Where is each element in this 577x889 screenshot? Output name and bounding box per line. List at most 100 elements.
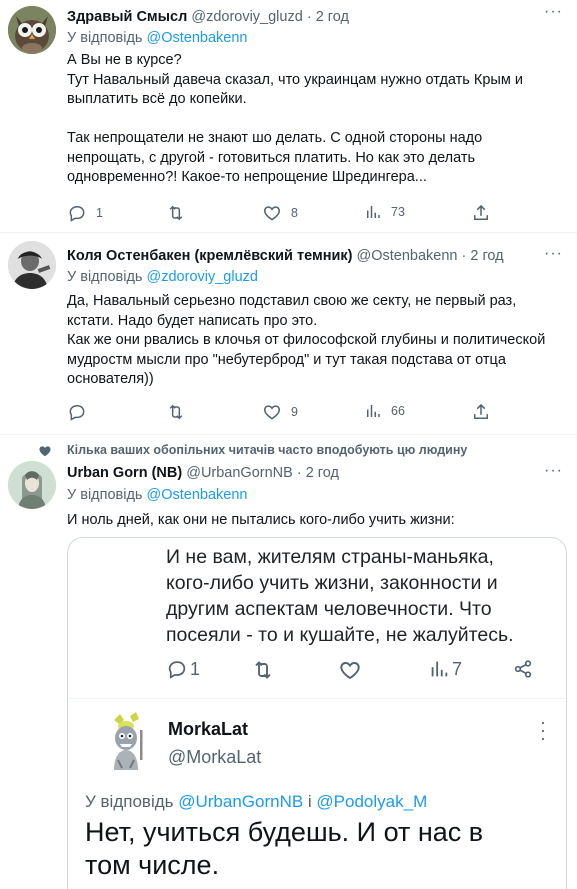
embedded-reply-join: і (303, 792, 317, 811)
avatar-mascot-image (114, 712, 143, 770)
tweet-header: Здравый Смысл @zdoroviy_gluzd · 2 год (67, 9, 349, 25)
embedded-text-line: И не вам, жителям страны-маньяка, (166, 546, 494, 568)
reply-prefix: У відповідь (67, 487, 147, 503)
reply-mention-link[interactable]: @zdoroviy_gluzd (147, 269, 258, 285)
timestamp[interactable]: 2 год (306, 465, 339, 481)
handle[interactable]: @zdoroviy_gluzd (191, 9, 302, 25)
embedded-share-button (512, 658, 534, 680)
embedded-reply-prefix: У відповідь (85, 792, 179, 811)
display-name[interactable]: Коля Остенбакен (кремлёвский темник) (67, 248, 352, 264)
embedded-screenshot[interactable]: И не вам, жителям страны-маньяка, кого-л… (67, 537, 567, 889)
embedded-tweet-text: И не вам, жителям страны-маньяка, кого-л… (166, 544, 514, 648)
like-button[interactable]: 8 (262, 203, 298, 223)
share-button[interactable] (471, 402, 491, 422)
avatar[interactable] (8, 241, 56, 289)
share-button[interactable] (471, 203, 491, 223)
tweet-text: И ноль дней, как они не пытались кого-ли… (67, 511, 567, 531)
embedded-reply-mention: @Podolyak_M (316, 792, 428, 811)
bar-chart-icon (367, 206, 380, 218)
timestamp[interactable]: 2 год (470, 248, 503, 264)
embedded-views-button: 7 (428, 658, 462, 680)
reply-context: У відповідь @Ostenbakenn (67, 30, 248, 46)
handle[interactable]: @Ostenbakenn (356, 248, 457, 264)
tweet-text-line (67, 110, 567, 130)
view-count: 66 (391, 404, 405, 418)
more-dots-icon[interactable]: ··· (544, 245, 563, 263)
embedded-reply-text: Нет, учиться будешь. И от нас в том числ… (85, 816, 483, 882)
views-button[interactable]: 66 (364, 402, 405, 420)
reply-context: У відповідь @zdoroviy_gluzd (67, 269, 258, 285)
tweet-text-line: мудростм мысли про "небутерброд" и тут т… (67, 351, 506, 368)
avatar-photo-image (8, 241, 56, 289)
embedded-author-handle: @MorkaLat (168, 747, 262, 767)
speech-bubble-icon (69, 206, 85, 222)
timestamp[interactable]: 2 год (316, 9, 349, 25)
separator: · (302, 9, 316, 25)
action-bar: 9 66 (67, 402, 507, 422)
tweet[interactable]: Здравый Смысл @zdoroviy_gluzd · 2 год ··… (0, 0, 577, 232)
retweet-button[interactable] (166, 203, 186, 223)
like-button[interactable]: 9 (262, 402, 298, 422)
reply-prefix: У відповідь (67, 30, 147, 46)
tweet-text-line: основателя)) (67, 371, 154, 387)
view-count: 73 (391, 205, 405, 219)
tweet-text-line: И ноль дней, как они не пытались кого-ли… (67, 512, 455, 528)
action-bar: 1 8 73 (67, 203, 507, 223)
reply-mention-link[interactable]: @Ostenbakenn (147, 30, 248, 46)
retweet-icon (169, 205, 183, 221)
tweet-text-line: А Вы не в курсе? (67, 52, 182, 68)
tweet-text-line: непрощать, с другой - готовиться платить… (67, 149, 476, 166)
tweet[interactable]: Коля Остенбакен (кремлёвский темник) @Os… (0, 233, 577, 433)
embedded-divider (68, 698, 566, 699)
tweet-text-line: одновременно?! Какое-то непрощение Шреди… (67, 169, 427, 185)
separator: · (292, 465, 306, 481)
tweet-text-line: Так непрощатели не знают шо делать. С од… (67, 130, 483, 146)
embedded-text-line: другим аспектам человечности. Что (166, 598, 492, 620)
views-button[interactable]: 73 (364, 203, 405, 221)
display-name[interactable]: Urban Gorn (NB) (67, 465, 182, 481)
retweet-icon (169, 404, 183, 420)
share-nodes-icon (514, 660, 532, 678)
tweet-text-line: Тут Навальный давеча сказал, что украинц… (67, 71, 523, 88)
bar-chart-icon (367, 405, 380, 417)
tweet-divider (0, 434, 577, 435)
tweet-text-line: выплатить всё до копейки. (67, 91, 247, 107)
reply-count: 1 (96, 206, 103, 220)
embedded-text-line: посеяли - то и кушайте, не жалуйтесь. (166, 624, 514, 646)
tweet-text-line: Да, Навальный серьезно подставил свою же… (67, 293, 517, 309)
like-count: 9 (291, 405, 298, 419)
embedded-author-name: MorkaLat (168, 719, 249, 739)
embedded-reply-line: Нет, учиться будешь. И от нас в (85, 817, 484, 847)
avatar[interactable] (8, 461, 56, 509)
share-upload-icon (474, 403, 488, 419)
embedded-like-button (338, 658, 362, 682)
handle[interactable]: @UrbanGornNB (186, 465, 293, 481)
embedded-reply-count: 1 (190, 658, 201, 679)
retweet-button[interactable] (166, 402, 186, 422)
reply-mention-link[interactable]: @Ostenbakenn (147, 487, 248, 503)
tweet-text: А Вы не в курсе? Тут Навальный давеча ск… (67, 51, 567, 188)
more-dots-icon[interactable]: ··· (544, 3, 563, 21)
embedded-view-count: 7 (452, 658, 463, 679)
embedded-reply-mention: @UrbanGornNB (178, 792, 304, 811)
tweet-header: Urban Gorn (NB) @UrbanGornNB · 2 год (67, 465, 339, 481)
display-name[interactable]: Здравый Смысл (67, 9, 187, 25)
tweet-text-line: кстати. Надо будет написать про это. (67, 312, 318, 329)
embedded-reply-context: У відповідь @UrbanGornNB і @Podolyak_M (85, 792, 427, 812)
avatar-portrait-image (8, 461, 56, 509)
heart-icon (263, 405, 281, 420)
bar-chart-icon (431, 661, 448, 677)
tweet-header: Коля Остенбакен (кремлёвский темник) @Os… (67, 248, 504, 264)
more-dots-icon[interactable]: ··· (544, 462, 563, 480)
avatar-owl-image (8, 6, 56, 54)
embedded-text-line: кого-либо учить жизни, законности и (166, 572, 498, 594)
retweet-icon (255, 661, 271, 679)
reply-button[interactable] (67, 402, 96, 422)
tweet-text: Да, Навальный серьезно подставил свою же… (67, 292, 567, 390)
reply-button[interactable]: 1 (67, 203, 103, 223)
separator: · (457, 248, 471, 264)
more-dots-vertical-icon: · · · (540, 712, 546, 748)
like-count: 8 (291, 206, 298, 220)
avatar[interactable] (8, 6, 56, 54)
reply-prefix: У відповідь (67, 269, 147, 285)
